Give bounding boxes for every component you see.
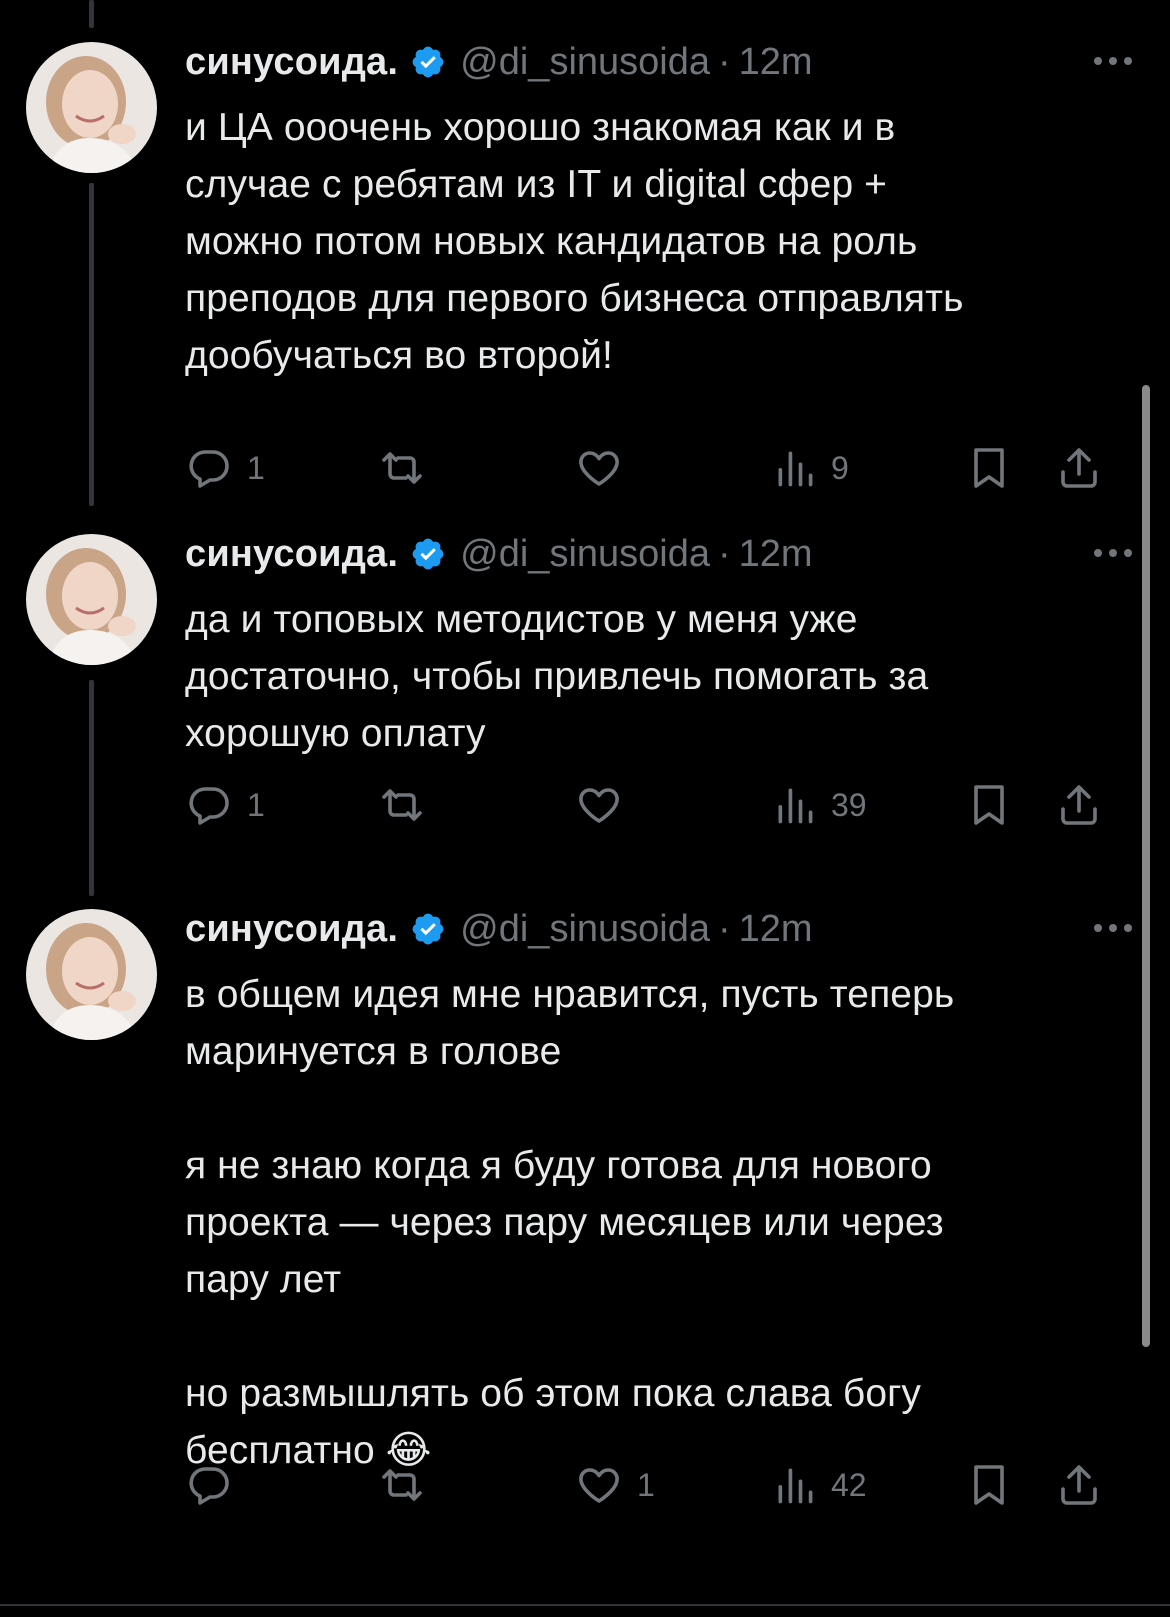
views-button[interactable]: 39 bbox=[773, 775, 867, 835]
tweet-1: синусоида. @di_sinusoida · 12m и ЦА оооч… bbox=[185, 37, 1135, 488]
handle[interactable]: @di_sinusoida bbox=[460, 908, 710, 951]
share-button[interactable] bbox=[1055, 775, 1103, 835]
views-count: 39 bbox=[831, 786, 867, 823]
repost-icon bbox=[377, 781, 427, 829]
repost-button[interactable] bbox=[377, 775, 441, 835]
views-button[interactable]: 9 bbox=[773, 438, 849, 498]
display-name[interactable]: синусоида. bbox=[185, 533, 398, 576]
scrollbar[interactable] bbox=[1142, 385, 1150, 1347]
display-name[interactable]: синусоида. bbox=[185, 908, 398, 951]
tweet-header: синусоида. @di_sinusoida · 12m bbox=[185, 529, 1135, 579]
reply-button[interactable]: 1 bbox=[185, 775, 265, 835]
like-button[interactable] bbox=[575, 775, 637, 835]
like-button[interactable]: 1 bbox=[575, 1455, 655, 1515]
reply-icon bbox=[185, 1461, 233, 1509]
thread-line-top bbox=[89, 0, 94, 28]
reply-icon bbox=[185, 781, 233, 829]
handle[interactable]: @di_sinusoida bbox=[460, 41, 710, 84]
more-icon[interactable] bbox=[1091, 43, 1135, 79]
handle[interactable]: @di_sinusoida bbox=[460, 533, 710, 576]
like-count: 1 bbox=[637, 1466, 655, 1503]
repost-button[interactable] bbox=[377, 1455, 441, 1515]
repost-button[interactable] bbox=[377, 438, 441, 498]
tweet-3: синусоида. @di_sinusoida · 12m в общем и… bbox=[185, 904, 1135, 1544]
tweet-header: синусоида. @di_sinusoida · 12m bbox=[185, 904, 1135, 954]
separator-dot: · bbox=[718, 907, 731, 950]
reply-button[interactable]: 1 bbox=[185, 438, 265, 498]
views-button[interactable]: 42 bbox=[773, 1455, 867, 1515]
share-button[interactable] bbox=[1055, 1455, 1103, 1515]
tweet-text: и ЦА ооочень хорошо знакомая как и в слу… bbox=[185, 106, 964, 377]
thread-line-2 bbox=[89, 680, 94, 896]
more-icon[interactable] bbox=[1091, 535, 1135, 571]
timestamp[interactable]: 12m bbox=[739, 908, 813, 951]
timestamp[interactable]: 12m bbox=[739, 533, 813, 576]
bookmark-button[interactable] bbox=[965, 438, 1013, 498]
more-icon[interactable] bbox=[1091, 910, 1135, 946]
bookmark-icon bbox=[965, 443, 1013, 493]
thread-line-1 bbox=[89, 183, 94, 506]
reply-button[interactable] bbox=[185, 1455, 247, 1515]
share-icon bbox=[1055, 1461, 1103, 1509]
separator-dot: · bbox=[718, 532, 731, 575]
verified-badge-icon bbox=[410, 911, 446, 947]
tweet-text: да и топовых методистов у меня уже доста… bbox=[185, 598, 929, 755]
bookmark-icon bbox=[965, 780, 1013, 830]
heart-icon bbox=[575, 1461, 623, 1509]
views-icon bbox=[773, 1463, 817, 1507]
share-button[interactable] bbox=[1055, 438, 1103, 498]
bookmark-icon bbox=[965, 1460, 1013, 1510]
verified-badge-icon bbox=[410, 44, 446, 80]
action-bar: 1 39 bbox=[185, 775, 1135, 835]
bookmark-button[interactable] bbox=[965, 775, 1013, 835]
verified-badge-icon bbox=[410, 536, 446, 572]
like-button[interactable] bbox=[575, 438, 637, 498]
tweet-header: синусоида. @di_sinusoida · 12m bbox=[185, 37, 1135, 87]
avatar[interactable] bbox=[26, 909, 157, 1040]
views-icon bbox=[773, 783, 817, 827]
avatar[interactable] bbox=[26, 534, 157, 665]
views-count: 42 bbox=[831, 1466, 867, 1503]
avatar[interactable] bbox=[26, 42, 157, 173]
repost-icon bbox=[377, 444, 427, 492]
share-icon bbox=[1055, 444, 1103, 492]
timestamp[interactable]: 12m bbox=[739, 41, 813, 84]
divider bbox=[0, 1604, 1170, 1606]
reply-icon bbox=[185, 444, 233, 492]
views-count: 9 bbox=[831, 449, 849, 486]
reply-count: 1 bbox=[247, 449, 265, 486]
separator-dot: · bbox=[718, 40, 731, 83]
repost-icon bbox=[377, 1461, 427, 1509]
reply-count: 1 bbox=[247, 786, 265, 823]
tweet-2: синусоида. @di_sinusoida · 12m да и топо… bbox=[185, 529, 1135, 829]
views-icon bbox=[773, 446, 817, 490]
action-bar: 1 42 bbox=[185, 1455, 1135, 1515]
heart-icon bbox=[575, 444, 623, 492]
bookmark-button[interactable] bbox=[965, 1455, 1013, 1515]
tweet-text: в общем идея мне нравится, пусть теперь … bbox=[185, 973, 955, 1472]
heart-icon bbox=[575, 781, 623, 829]
display-name[interactable]: синусоида. bbox=[185, 41, 398, 84]
share-icon bbox=[1055, 781, 1103, 829]
action-bar: 1 9 bbox=[185, 438, 1135, 498]
